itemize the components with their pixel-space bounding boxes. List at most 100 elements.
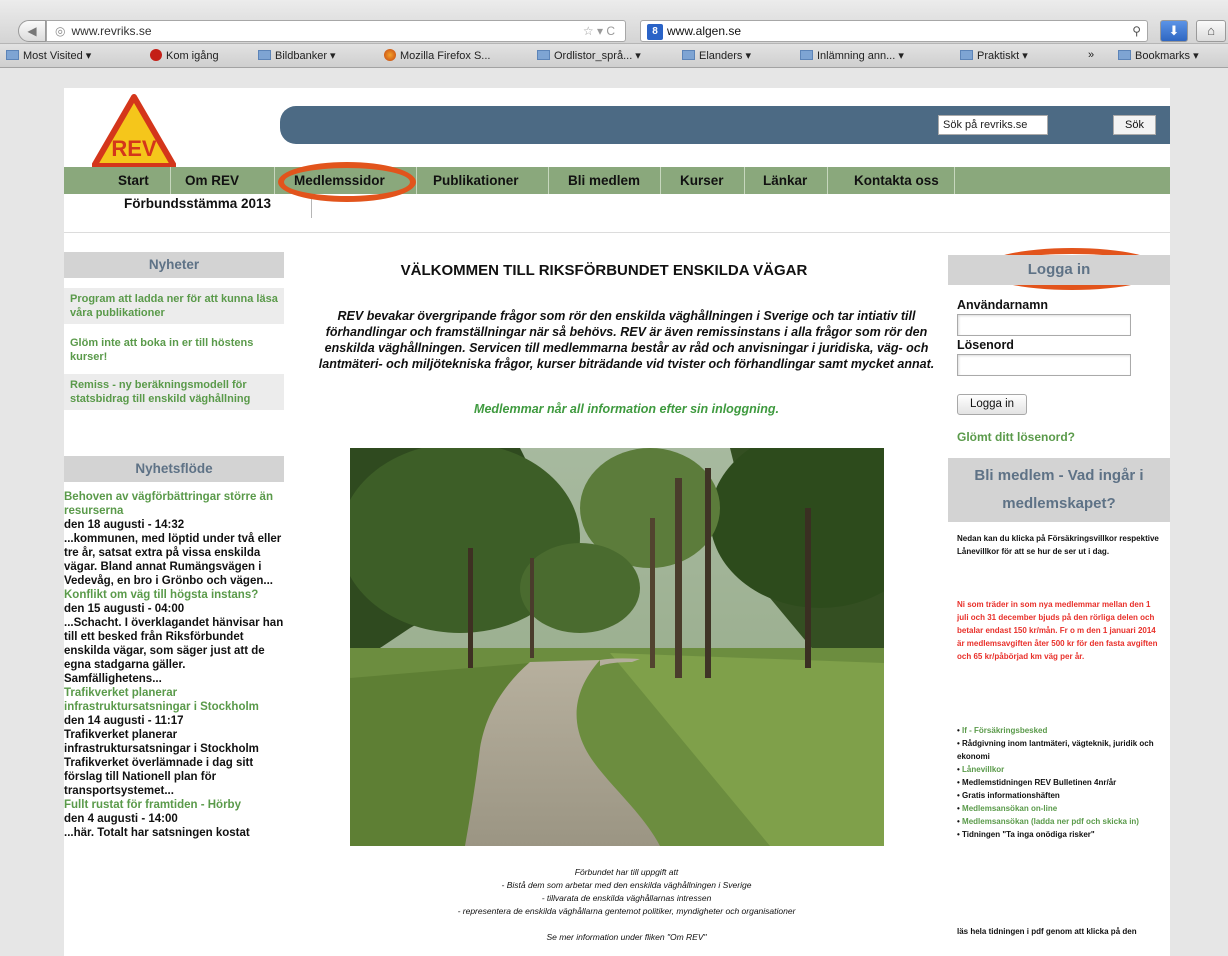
menu-separator <box>954 167 955 194</box>
bookmark-kom-igang[interactable]: Kom igång <box>150 49 219 62</box>
menu-separator <box>744 167 745 194</box>
feed-date: den 18 augusti - 14:32 <box>64 519 185 531</box>
rev-logo[interactable]: REV <box>92 94 176 168</box>
newsfeed: Behoven av vägförbättringar större än re… <box>64 490 284 840</box>
benefit-item: Gratis informationshäften <box>957 789 1162 802</box>
menu-separator <box>827 167 828 194</box>
feed-excerpt: ...här. Totalt har satsningen kostat <box>64 827 250 839</box>
bookmarks-overflow[interactable]: » <box>1088 49 1094 61</box>
back-icon[interactable]: ◀ <box>18 20 46 42</box>
gravel-road-photo <box>350 448 884 846</box>
bookmark-most-visited[interactable]: Most Visited ▾ <box>6 49 91 62</box>
header-divider <box>64 232 1170 233</box>
intro-text: REV bevakar övergripande frågor som rör … <box>318 309 935 371</box>
password-field[interactable] <box>957 354 1131 376</box>
folder-icon <box>682 50 695 60</box>
feed-title-link[interactable]: Trafikverket planerar infrastruktursatsn… <box>64 686 284 714</box>
browser-toolbar: ◀ ◎ www.revriks.se ☆ ▾ C 8 www.algen.se ⚲ … <box>0 0 1228 44</box>
feed-entry: Trafikverket planerar infrastruktursatsn… <box>64 686 284 798</box>
site-search-button[interactable]: Sök <box>1113 115 1156 135</box>
feed-date: den 15 augusti - 04:00 <box>64 603 185 615</box>
caption-line: Förbundet har till uppgift att <box>574 867 679 877</box>
caption-om-rev-link[interactable]: Se mer information under fliken "Om REV" <box>304 931 949 944</box>
photo-caption: Förbundet har till uppgift att - Bistå d… <box>304 866 949 944</box>
bookmark-inlamning[interactable]: Inlämning ann... ▾ <box>800 49 904 62</box>
browser-search-input[interactable]: 8 www.algen.se ⚲ <box>640 20 1148 42</box>
menu-separator <box>274 167 275 194</box>
membership-offer: Ni som träder in som nya medlemmar mella… <box>957 600 1158 661</box>
benefit-link[interactable]: If - Försäkringsbesked <box>957 724 1162 737</box>
bookmark-elanders[interactable]: Elanders ▾ <box>682 49 751 62</box>
forgot-password-link[interactable]: Glömt ditt lösenord? <box>957 430 1075 444</box>
benefit-link[interactable]: Medlemsansökan on-line <box>957 802 1162 815</box>
feed-date: den 14 augusti - 11:17 <box>64 715 184 727</box>
benefit-item: Tidningen "Ta inga onödiga risker" <box>957 828 1162 841</box>
feed-title-link[interactable]: Fullt rustat för framtiden - Hörby <box>64 798 284 812</box>
membership-intro: Nedan kan du klicka på Försäkringsvillko… <box>957 534 1159 556</box>
menu-kontakta-oss[interactable]: Kontakta oss <box>854 167 939 194</box>
bookmark-ordlistor[interactable]: Ordlistor_språ... ▾ <box>537 49 641 62</box>
folder-icon <box>258 50 271 60</box>
welcome-heading: VÄLKOMMEN TILL RIKSFÖRBUNDET ENSKILDA VÄ… <box>400 262 808 279</box>
menu-start[interactable]: Start <box>118 167 149 194</box>
password-label: Lösenord <box>957 338 1014 352</box>
feed-title-link[interactable]: Behoven av vägförbättringar större än re… <box>64 490 284 518</box>
bookmark-bildbanker[interactable]: Bildbanker ▾ <box>258 49 336 62</box>
menu-medlemssidor[interactable]: Medlemssidor <box>294 167 385 194</box>
url-tools-icon[interactable]: ☆ ▾ C <box>583 21 615 41</box>
folder-icon <box>537 50 550 60</box>
feed-entry: Fullt rustat för framtiden - Hörby den 4… <box>64 798 284 840</box>
bookmark-firefox[interactable]: Mozilla Firefox S... <box>384 49 490 62</box>
feed-excerpt: ...Schacht. I överklagandet hänvisar han… <box>64 617 284 685</box>
svg-text:REV: REV <box>111 136 157 161</box>
globe-icon: ◎ <box>55 24 66 38</box>
membership-benefits: If - Försäkringsbesked Rådgivning inom l… <box>957 724 1162 841</box>
search-icon[interactable]: ⚲ <box>1132 21 1141 41</box>
caption-line: - Bistå dem som arbetar med den enskilda… <box>501 880 752 890</box>
folder-icon <box>6 50 19 60</box>
feed-entry: Konflikt om väg till högsta instans? den… <box>64 588 284 686</box>
site-search-input[interactable]: Sök på revriks.se <box>938 115 1048 135</box>
intro-members-note: Medlemmar når all information efter sin … <box>474 402 779 416</box>
main-menu: Start Om REV Medlemssidor Publikationer … <box>64 167 1170 194</box>
benefit-link[interactable]: Medlemsansökan (ladda ner pdf och skicka… <box>957 815 1162 828</box>
menu-kurser[interactable]: Kurser <box>680 167 724 194</box>
magazine-note: läs hela tidningen i pdf genom att klick… <box>957 927 1137 936</box>
feed-title-link[interactable]: Konflikt om väg till högsta instans? <box>64 588 284 602</box>
login-button[interactable]: Logga in <box>957 394 1027 415</box>
menu-separator <box>660 167 661 194</box>
benefit-item: Rådgivning inom lantmäteri, vägteknik, j… <box>957 737 1162 763</box>
folder-icon <box>960 50 973 60</box>
news-item[interactable]: Glöm inte att boka in er till höstens ku… <box>64 332 284 368</box>
news-item[interactable]: Remiss - ny beräkningsmodell för statsbi… <box>64 374 284 410</box>
menu-separator <box>170 167 171 194</box>
username-label: Användarnamn <box>957 298 1048 312</box>
username-field[interactable] <box>957 314 1131 336</box>
bookmark-site-icon <box>150 49 162 61</box>
menu-separator <box>548 167 549 194</box>
bookmarks-menu[interactable]: Bookmarks ▾ <box>1118 49 1199 62</box>
benefit-link[interactable]: Lånevillkor <box>957 763 1162 776</box>
bookmarks-icon <box>1118 50 1131 60</box>
url-bar[interactable]: ◎ www.revriks.se ☆ ▾ C <box>46 20 626 42</box>
membership-heading: Bli medlem - Vad ingår i medlemskapet? <box>948 458 1170 522</box>
menu-om-rev[interactable]: Om REV <box>185 167 239 194</box>
home-icon[interactable]: ⌂ <box>1196 20 1226 42</box>
feed-date: den 4 augusti - 14:00 <box>64 813 178 825</box>
menu-publikationer[interactable]: Publikationer <box>433 167 519 194</box>
feed-entry: Behoven av vägförbättringar större än re… <box>64 490 284 588</box>
browser-search-text: www.algen.se <box>667 24 742 38</box>
menu-bli-medlem[interactable]: Bli medlem <box>568 167 640 194</box>
download-icon[interactable]: ⬇ <box>1160 20 1188 42</box>
bookmark-praktiskt[interactable]: Praktiskt ▾ <box>960 49 1028 62</box>
web-page: REV Sök på revriks.se Sök Start Om REV M… <box>64 88 1170 956</box>
caption-line: - tillvarata de enskilda väghållarnas in… <box>541 893 712 903</box>
feed-excerpt: Trafikverket planerar infrastruktursatsn… <box>64 729 259 797</box>
submenu-forbundsstamma[interactable]: Förbundsstämma 2013 <box>124 196 271 211</box>
search-engine-icon[interactable]: 8 <box>647 23 663 40</box>
menu-lankar[interactable]: Länkar <box>763 167 807 194</box>
menu-separator <box>416 167 417 194</box>
folder-icon <box>800 50 813 60</box>
news-item[interactable]: Program att ladda ner för att kunna läsa… <box>64 288 284 324</box>
